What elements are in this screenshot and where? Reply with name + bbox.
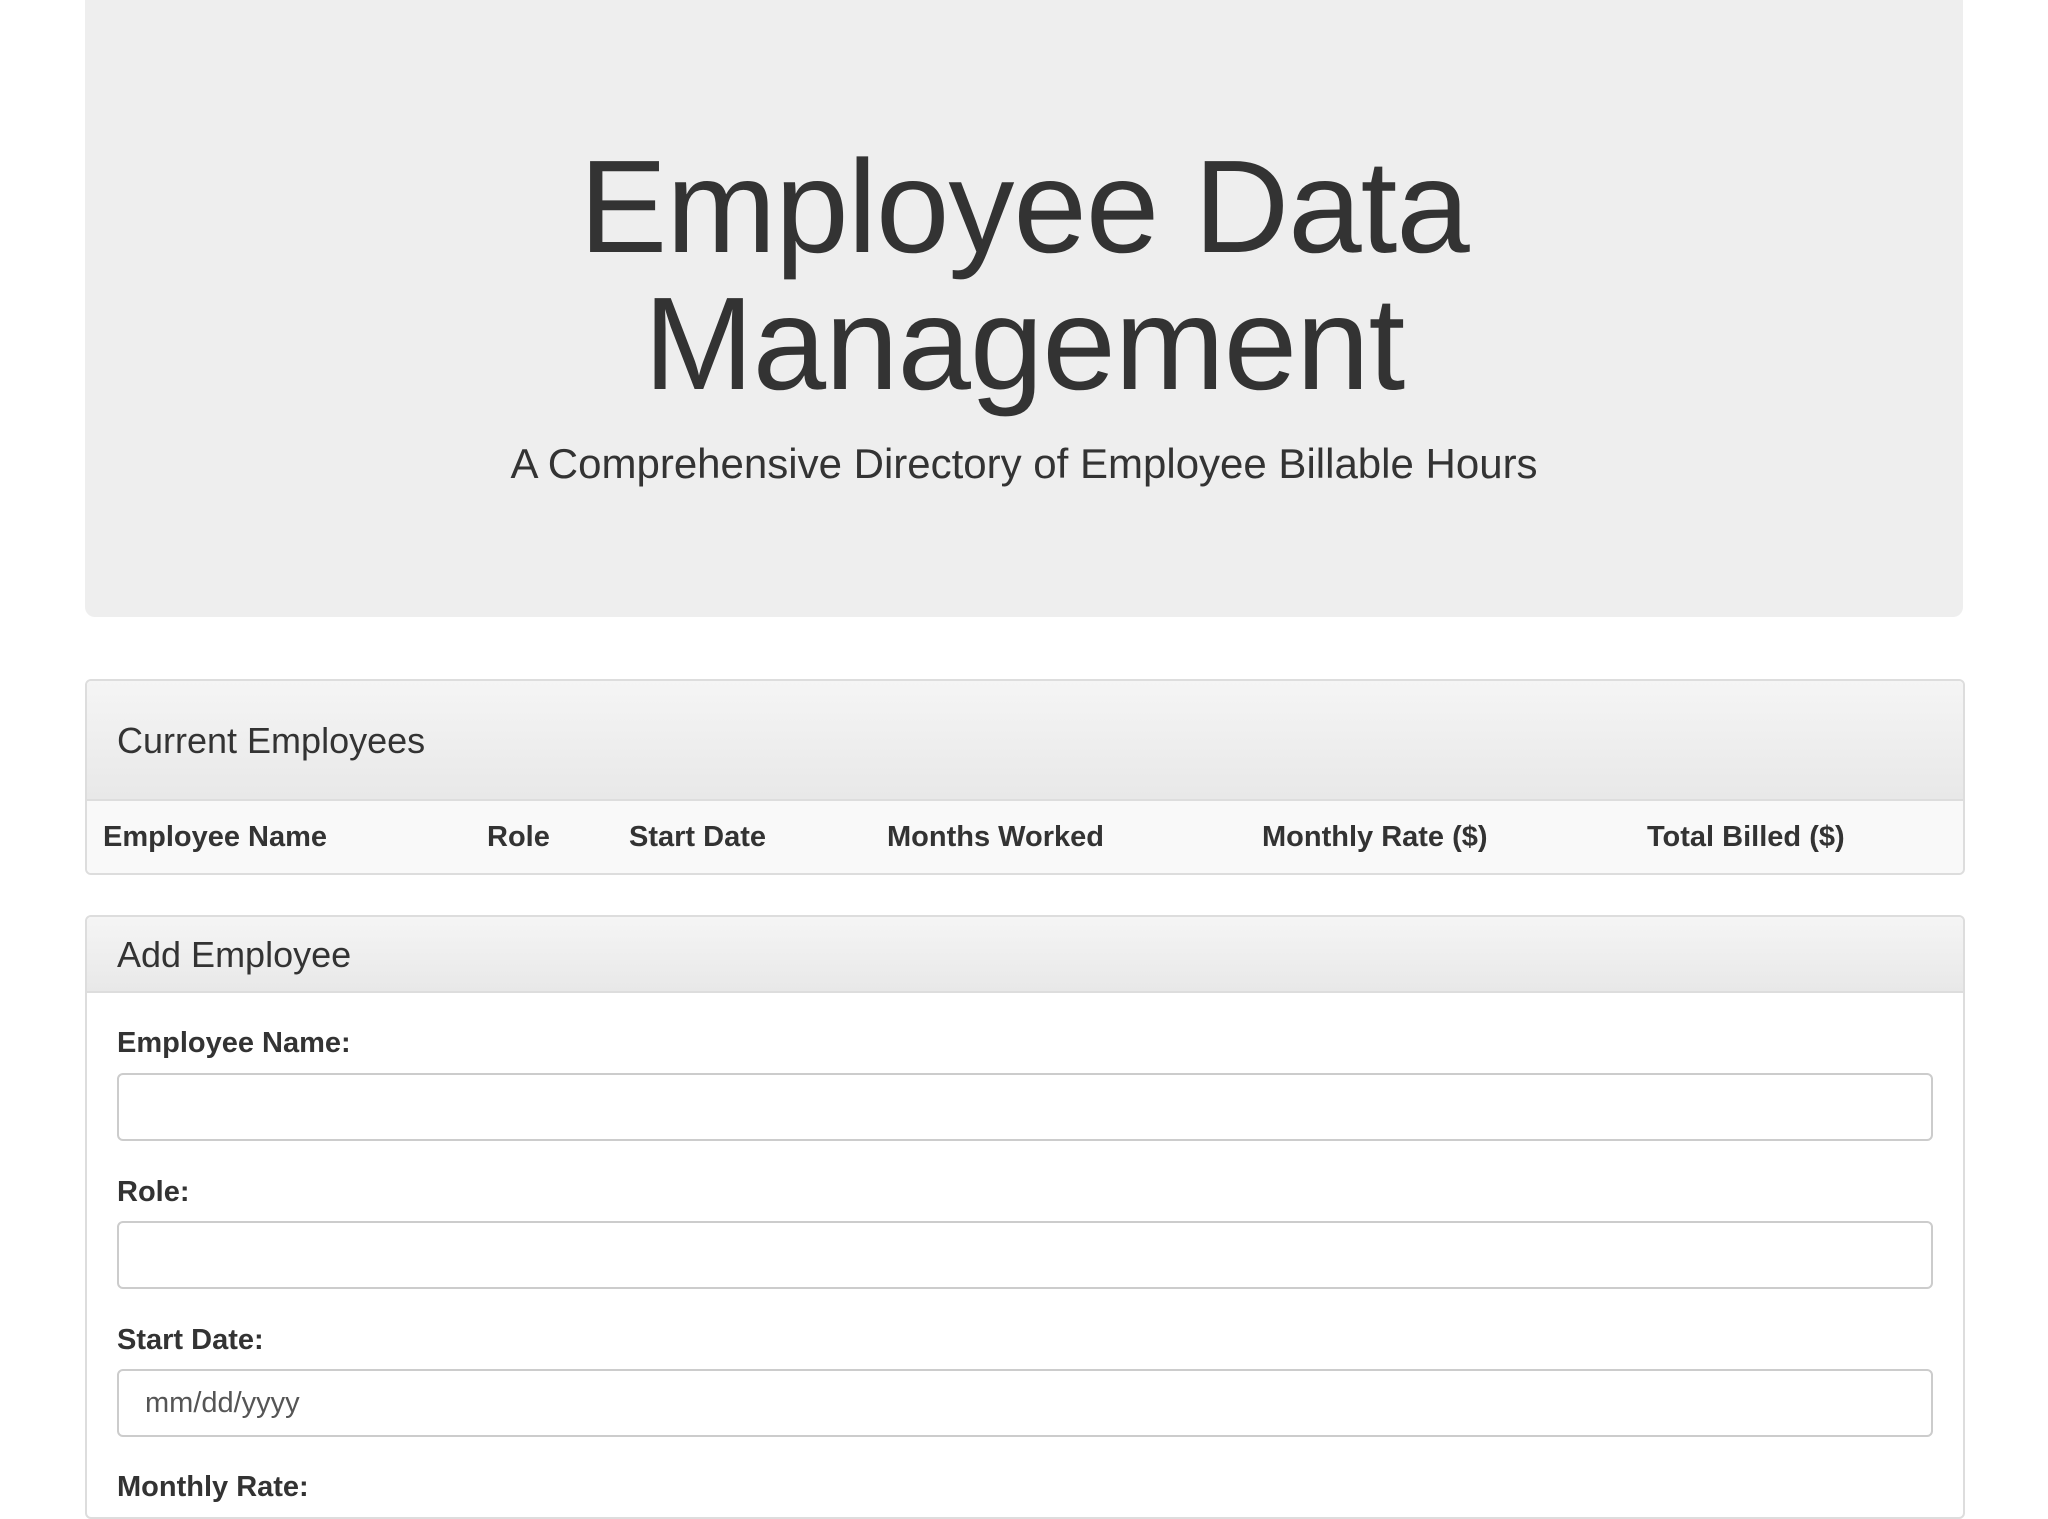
start-date-label: Start Date:: [117, 1324, 264, 1356]
add-employee-panel: Add Employee Employee Name: Role: Start …: [85, 915, 1965, 1519]
employee-table-header: Employee Name Role Start Date Months Wor…: [87, 801, 1963, 873]
role-input[interactable]: [117, 1221, 1933, 1289]
current-employees-heading: Current Employees: [87, 681, 1963, 801]
add-employee-heading: Add Employee: [87, 917, 1963, 993]
current-employees-title: Current Employees: [117, 720, 426, 761]
column-header-start-date: Start Date: [629, 821, 766, 853]
column-header-months-worked: Months Worked: [887, 821, 1104, 853]
page-subtitle: A Comprehensive Directory of Employee Bi…: [510, 440, 1538, 487]
role-label: Role:: [117, 1176, 190, 1208]
current-employees-panel: Current Employees Employee Name Role Sta…: [85, 679, 1965, 875]
page-title: Employee Data Management: [579, 133, 1469, 417]
start-date-input[interactable]: [117, 1369, 1933, 1437]
employee-name-input[interactable]: [117, 1073, 1933, 1141]
jumbotron-header: Employee Data Management A Comprehensive …: [85, 0, 1963, 617]
monthly-rate-label: Monthly Rate:: [117, 1471, 309, 1503]
column-header-monthly-rate: Monthly Rate ($): [1262, 821, 1488, 853]
column-header-total-billed: Total Billed ($): [1647, 821, 1845, 853]
add-employee-title: Add Employee: [117, 934, 352, 975]
column-header-employee-name: Employee Name: [103, 821, 328, 853]
column-header-role: Role: [487, 821, 550, 853]
employee-name-label: Employee Name:: [117, 1027, 351, 1059]
